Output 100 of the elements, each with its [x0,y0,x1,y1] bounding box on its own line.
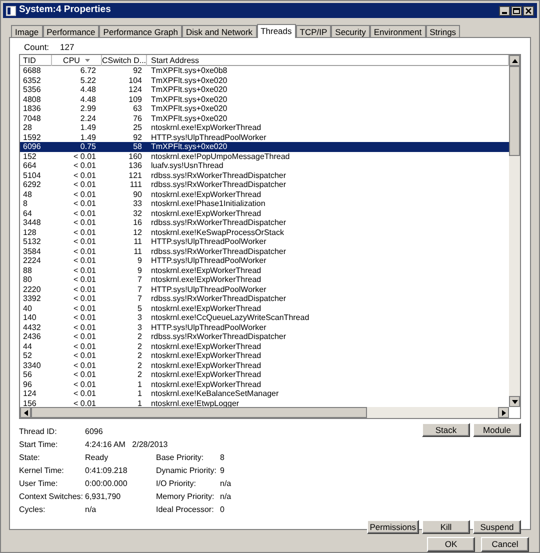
table-cell-text: 4.48 [79,94,97,104]
field-label: Kernel Time: [19,465,65,477]
table-cell-text: < 0.01 [72,304,97,313]
table-cell-text: TmXPFlt.sys+0xe020 [150,142,228,152]
table-cell-text: 3 [136,313,143,322]
table-cell-text: 16 [132,218,143,228]
horizontal-scrollbar[interactable] [20,407,509,418]
table-cell-text: 0.75 [79,142,97,152]
table-cell-text: 4808 [22,94,42,104]
field-label: Context Switches: [19,491,84,503]
scroll-down-button[interactable] [509,396,520,407]
table-cell-text: ntoskrnl.exe!EtwpLogger [150,398,240,408]
table-cell-text: < 0.01 [72,389,97,398]
table-cell-text: 64 [22,208,33,218]
table-cell-text: < 0.01 [72,284,97,294]
table-cell-text: 664 [22,161,38,170]
table-row[interactable]: 6096 0.75 58 TmXPFlt.sys+0xe020 [20,142,509,152]
table-cell-text: 40 [22,304,33,313]
table-cell-text: HTTP.sys!UlpThreadPoolWorker [150,256,268,266]
table-cell-text: 9 [136,266,143,275]
table-cell-text: 52 [22,351,33,360]
table-cell-text: ntoskrnl.exe!ExpWorkerThread [150,360,262,370]
table-cell-text: 124 [128,85,143,94]
tab[interactable]: Security [331,25,370,37]
table-cell-text: 7 [136,275,143,284]
table-cell-text: ntoskrnl.exe!CcQueueLazyWriteScanThread [150,313,310,322]
table-cell-text: TmXPFlt.sys+0xe020 [150,114,228,123]
table-cell-text: 11 [132,237,143,246]
dialog-button[interactable]: Module [473,423,521,437]
close-button[interactable] [523,6,534,16]
table-cell-text: 7 [136,284,143,294]
tab[interactable]: Image [11,25,43,37]
tab[interactable]: Disk and Network [182,25,257,37]
table-cell-text: 32 [132,208,143,218]
table-cell-text: 140 [22,313,38,322]
field-label: Memory Priority: [156,491,216,503]
table-cell-text: ntoskrnl.exe!ExpWorkerThread [150,275,262,284]
scroll-thumb[interactable] [509,66,520,156]
field-value: 0:00:00.000 [85,478,128,490]
table-cell-text: 92 [132,66,143,76]
field-label: Cycles: [19,504,46,516]
minimize-button[interactable] [499,6,510,16]
table-cell-text: TmXPFlt.sys+0xe020 [150,94,228,104]
scroll-right-button[interactable] [498,407,509,418]
field-value: 6096 [85,426,103,438]
scroll-left-button[interactable] [20,407,31,418]
dialog-button[interactable]: Stack [422,423,470,437]
table-cell-text: < 0.01 [72,170,97,180]
table-cell-text: ntoskrnl.exe!PopUmpoMessageThread [150,152,291,161]
table-cell-text: TmXPFlt.sys+0xe020 [150,85,228,94]
table-cell-text: rdbss.sys!RxWorkerThreadDispatcher [150,218,288,228]
table-cell-text: < 0.01 [72,228,97,237]
table-cell-text: 6688 [22,66,42,76]
table-cell-text: 9 [136,256,143,266]
table-cell-text: < 0.01 [72,218,97,228]
table-cell-text: 7 [136,294,143,304]
tab[interactable]: Environment [370,25,426,37]
table-cell-text: 4.48 [79,85,97,94]
table-cell-text: HTTP.sys!UlpThreadPoolWorker [150,132,268,142]
field-value: n/a [220,478,232,490]
table-cell-text: 124 [22,389,38,398]
table-cell-text: 63 [132,104,143,114]
dialog-button[interactable]: Kill [422,520,470,534]
table-cell-text: < 0.01 [72,342,97,351]
field-label: Base Priority: [156,452,205,464]
table-cell-text: HTTP.sys!UlpThreadPoolWorker [150,322,268,332]
tab[interactable]: Performance [42,25,100,37]
table-cell-text: < 0.01 [72,322,97,332]
table-cell-text: 156 [22,398,38,408]
table-cell-text: 6292 [22,180,42,190]
table-cell-text: < 0.01 [72,208,97,218]
scroll-up-button[interactable] [509,55,520,66]
dialog-button[interactable]: Cancel [481,537,529,552]
table-cell-text: 28 [22,123,33,132]
field-value: 4:24:16 AM 2/28/2013 [85,439,168,451]
table-cell-text: rdbss.sys!RxWorkerThreadDispatcher [150,246,288,256]
table-cell-text: 56 [22,370,33,380]
table-cell-text: 2 [136,332,143,342]
tab[interactable]: Threads [256,24,296,38]
field-label: Start Time: [19,439,59,451]
table-cell-text: < 0.01 [72,246,97,256]
table-cell-text: 2.24 [79,114,97,123]
table-cell-text: rdbss.sys!RxWorkerThreadDispatcher [150,294,288,304]
table-cell-text: rdbss.sys!RxWorkerThreadDispatcher [150,170,288,180]
table-cell-text: rdbss.sys!RxWorkerThreadDispatcher [150,332,288,342]
table-cell-text: < 0.01 [72,237,97,246]
table-cell-text: < 0.01 [72,370,97,380]
dialog-button[interactable]: OK [427,537,475,552]
table-cell-text: 6352 [22,76,42,85]
tab[interactable]: TCP/IP [296,25,332,37]
vertical-scrollbar[interactable] [509,55,520,407]
table-cell-text: 96 [22,380,33,389]
table-cell-text: 5104 [22,170,42,180]
dialog-button[interactable]: Permissions [366,520,419,534]
tab[interactable]: Performance Graph [99,25,182,37]
dialog-button[interactable]: Suspend [473,520,521,534]
scroll-thumb[interactable] [31,407,367,418]
tab[interactable]: Strings [426,25,460,37]
maximize-button[interactable] [511,6,522,16]
field-value: 0 [220,504,224,516]
